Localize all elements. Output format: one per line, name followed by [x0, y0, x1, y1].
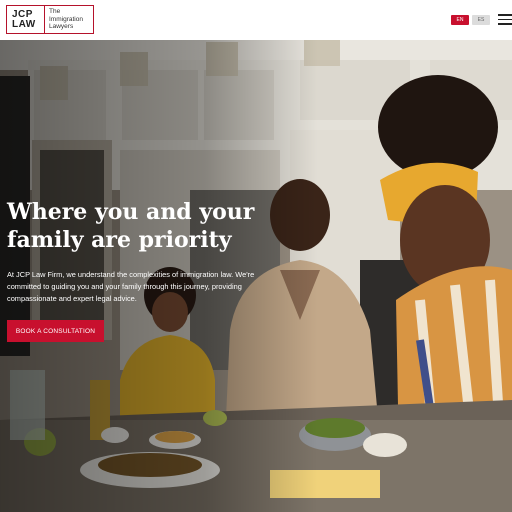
logo[interactable]: JCP LAW The Immigration Lawyers — [6, 5, 94, 34]
language-es-button[interactable]: ES — [472, 15, 490, 25]
hamburger-icon[interactable] — [498, 14, 512, 26]
language-en-button[interactable]: EN — [451, 15, 469, 25]
logo-mark-top: JCP — [12, 8, 33, 20]
logo-mark: JCP LAW — [7, 6, 45, 33]
logo-line-3: Lawyers — [49, 23, 74, 31]
logo-line-1: The — [49, 8, 61, 16]
book-consultation-button[interactable]: BOOK A CONSULTATION — [7, 320, 104, 342]
logo-tagline: The Immigration Lawyers — [45, 8, 83, 31]
hero-headline: Where you and your family are priority — [7, 199, 255, 253]
hero-section: Where you and your family are priority A… — [0, 40, 512, 512]
logo-line-2: Immigration — [49, 15, 83, 23]
site-header: JCP LAW The Immigration Lawyers EN ES — [0, 0, 512, 40]
hero-description: At JCP Law Firm, we understand the compl… — [7, 270, 255, 304]
logo-mark-bottom: LAW — [12, 18, 36, 30]
